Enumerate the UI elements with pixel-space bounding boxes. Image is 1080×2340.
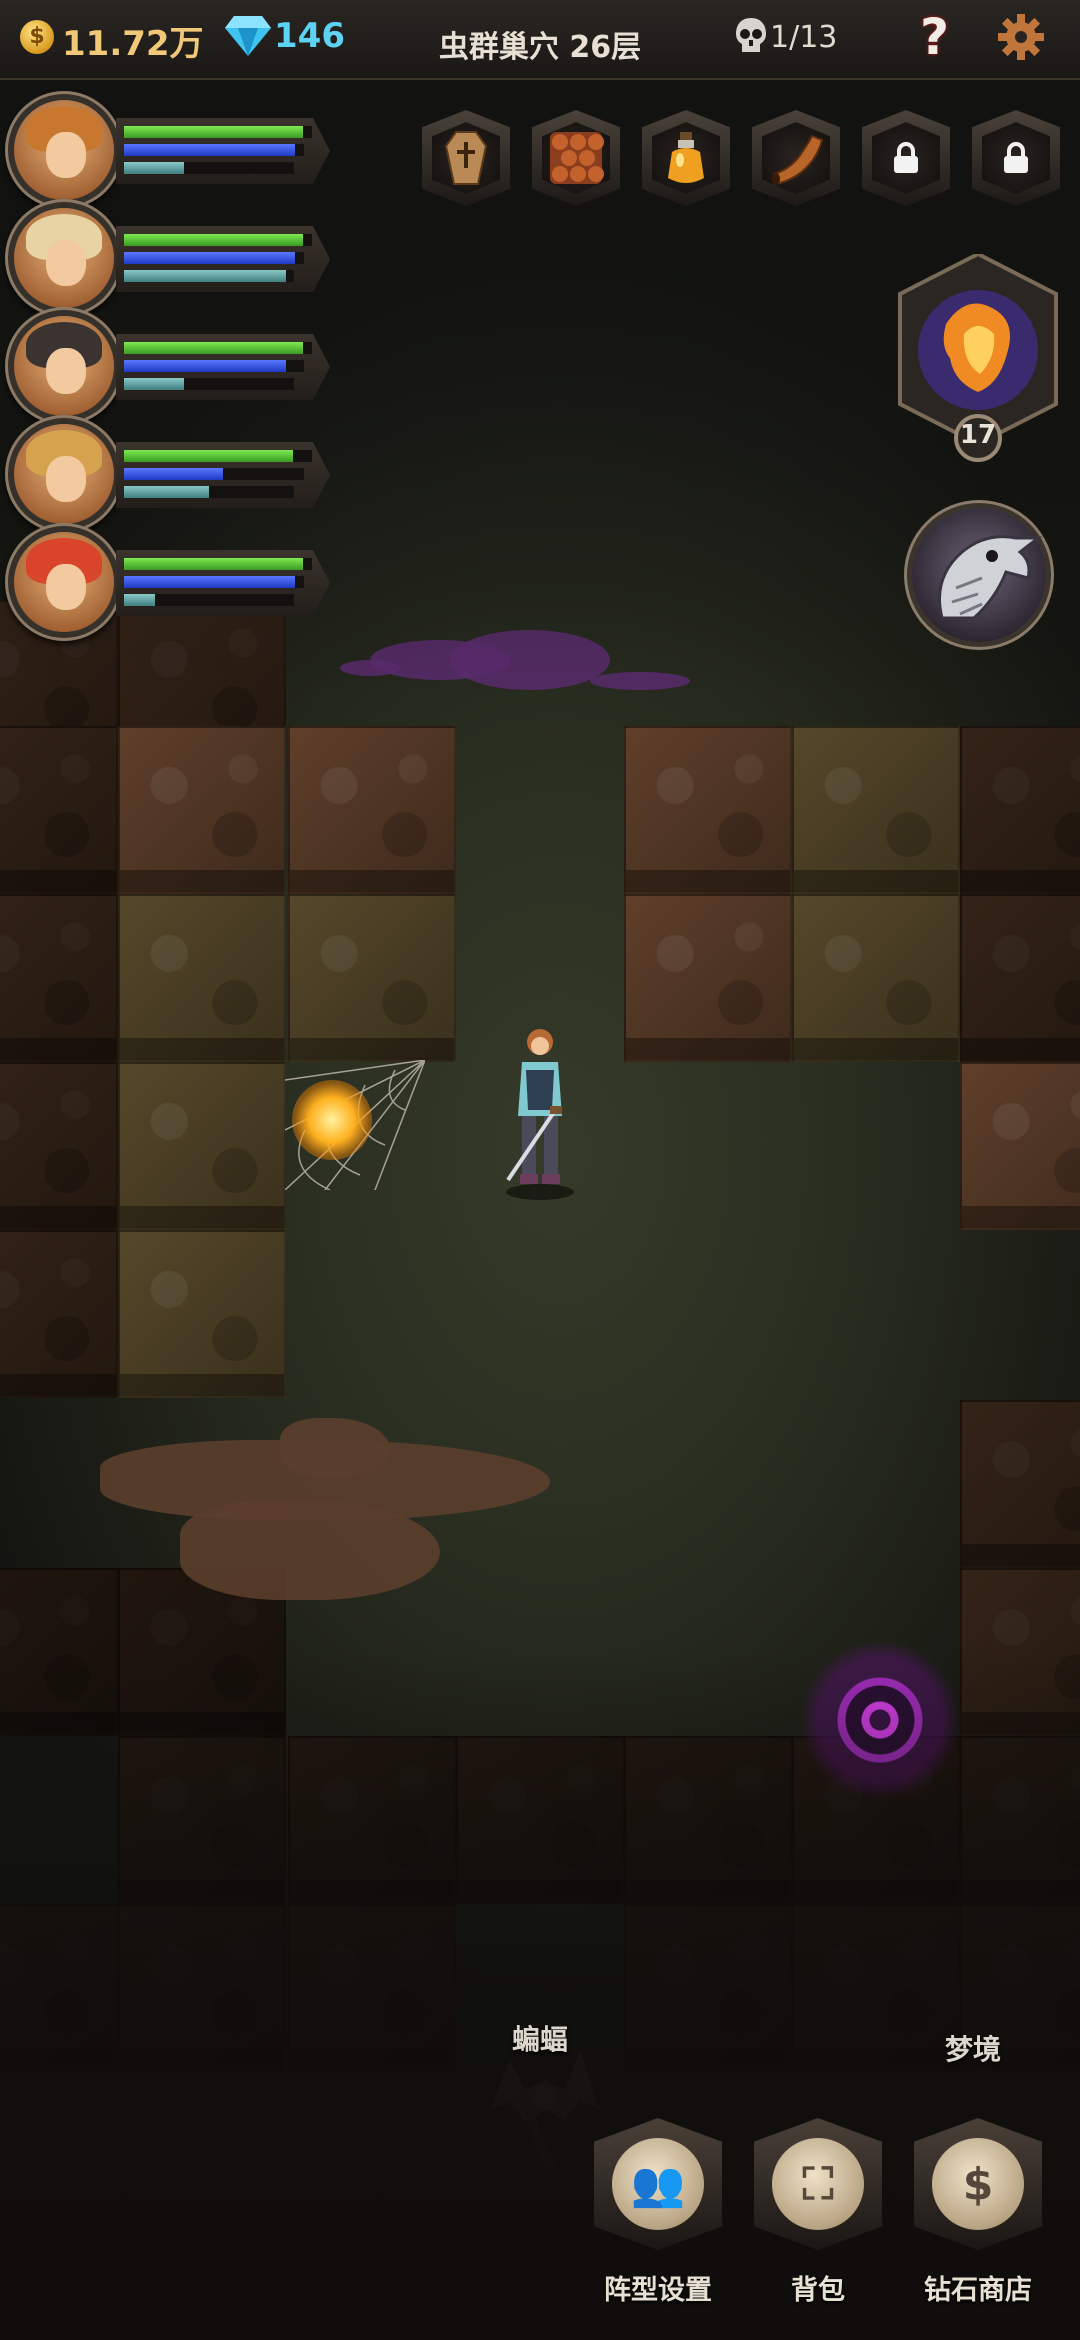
item-slot-locked[interactable]: [968, 104, 1064, 212]
wall-tile: [960, 1400, 1080, 1568]
item-slot-locked[interactable]: [858, 104, 954, 212]
lock-icon: [894, 142, 918, 173]
wall-tile: [0, 1230, 118, 1398]
hero-character[interactable]: [490, 1020, 590, 1200]
hp-bar: [124, 450, 312, 462]
party-member-3[interactable]: [14, 316, 334, 416]
xp-bar: [124, 270, 294, 282]
dungeon-location-title: 虫群巢穴 26层: [438, 30, 642, 65]
xp-bar: [124, 594, 294, 606]
wall-tile: [0, 1062, 118, 1230]
mp-bar: [124, 144, 304, 156]
mp-bar: [124, 576, 304, 588]
hero-portrait[interactable]: [14, 316, 114, 416]
xp-bar: [124, 378, 294, 390]
wall-tile: [288, 726, 456, 894]
top-status-bar: $ 11.72万 146 虫群巢穴 26层 1/13 ?: [0, 0, 1080, 80]
item-slot-horn[interactable]: [748, 104, 844, 212]
hero-portrait[interactable]: [14, 100, 114, 200]
mud-patch: [280, 1418, 390, 1478]
lock-icon: [1004, 142, 1028, 173]
hero-portrait[interactable]: [14, 424, 114, 524]
hp-bar: [124, 126, 312, 138]
potion-bottle-icon: [668, 132, 704, 183]
backpack-button[interactable]: ⛶: [750, 2118, 886, 2258]
wall-tile: [0, 726, 118, 894]
wall-tile: [792, 726, 960, 894]
fire-skill-count: 17: [959, 420, 997, 450]
horn-icon: [772, 134, 824, 186]
wall-tile: [118, 726, 286, 894]
status-bars: [116, 334, 330, 400]
portal-name-label: 梦境: [945, 2033, 1002, 2066]
item-slot-scale[interactable]: [528, 104, 624, 212]
help-button[interactable]: ?: [920, 8, 949, 66]
wall-tile: [624, 726, 792, 894]
wall-tile: [118, 1062, 286, 1230]
mud-patch: [180, 1500, 440, 1600]
xp-bar: [124, 486, 294, 498]
party-formation-icon: 👥: [612, 2138, 704, 2230]
diamond-shop-icon: $: [932, 2138, 1024, 2230]
bird-skull-icon: [938, 535, 1043, 620]
status-bars: [116, 118, 330, 184]
coffin-icon: [444, 131, 488, 185]
wall-tile: [792, 894, 960, 1062]
item-slot-potion[interactable]: [638, 104, 734, 212]
dragon-scale-icon: [550, 132, 604, 184]
backpack-icon: ⛶: [772, 2138, 864, 2230]
diamond-shop-label: 钻石商店: [924, 2275, 1032, 2306]
formation-settings-button[interactable]: 👥: [590, 2118, 726, 2258]
hp-bar: [124, 558, 312, 570]
diamond-shop-button[interactable]: $: [910, 2118, 1046, 2258]
wall-tile: [960, 1062, 1080, 1230]
gear-icon[interactable]: [996, 12, 1046, 62]
fire-skill-button[interactable]: 17: [896, 251, 1060, 464]
status-bars: [116, 550, 330, 616]
hp-bar: [124, 342, 312, 354]
wall-tile: [118, 1230, 286, 1398]
bird-skill-button[interactable]: [912, 508, 1046, 642]
kill-counter: 1/13: [770, 20, 838, 55]
party-member-4[interactable]: [14, 424, 334, 524]
xp-bar: [124, 162, 294, 174]
wall-tile: [624, 894, 792, 1062]
wall-tile: [118, 894, 286, 1062]
fire-orb-icon[interactable]: [292, 1080, 372, 1160]
status-bars: [116, 442, 330, 508]
formation-settings-label: 阵型设置: [604, 2275, 712, 2306]
status-bars: [116, 226, 330, 292]
party-member-5[interactable]: [14, 532, 334, 632]
hero-portrait[interactable]: [14, 532, 114, 632]
hp-bar: [124, 234, 312, 246]
wall-tile: [288, 894, 456, 1062]
skull-icon: [736, 18, 766, 52]
mp-bar: [124, 360, 304, 372]
wall-tile: [0, 894, 118, 1062]
mp-bar: [124, 468, 304, 480]
wall-tile: [960, 894, 1080, 1062]
wall-tile: [960, 726, 1080, 894]
party-member-1[interactable]: [14, 100, 334, 200]
hero-portrait[interactable]: [14, 208, 114, 308]
backpack-label: 背包: [791, 2275, 845, 2306]
enemy-name-label: 蝙蝠: [512, 2023, 569, 2056]
party-member-2[interactable]: [14, 208, 334, 308]
mp-bar: [124, 252, 304, 264]
item-slot-coffin[interactable]: [418, 104, 514, 212]
